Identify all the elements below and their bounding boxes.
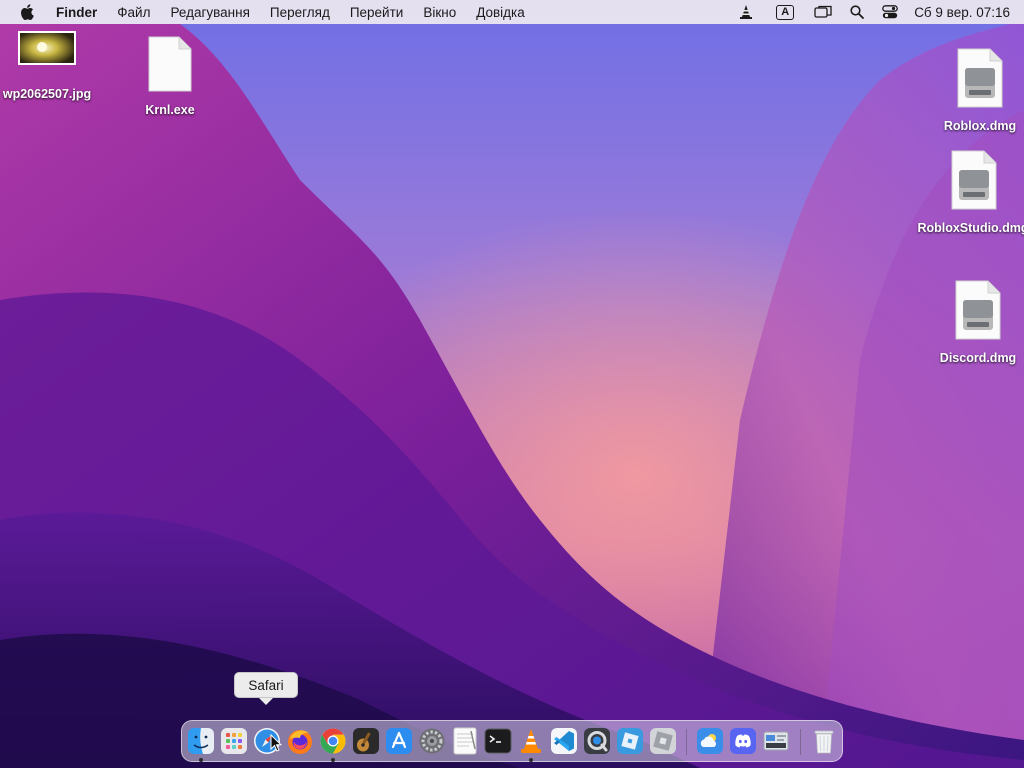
dock-item-terminal[interactable] [484, 727, 512, 755]
dock-item-trash[interactable] [810, 727, 838, 755]
roblox-studio-icon [650, 728, 676, 754]
finder-icon [188, 728, 214, 754]
dock-item-textedit[interactable] [451, 727, 479, 755]
firefox-icon [288, 730, 312, 754]
dock-item-vlc[interactable] [517, 727, 545, 755]
control-center-icon[interactable] [882, 0, 899, 24]
menu-view[interactable]: Перегляд [270, 5, 330, 20]
disk-image-icon [955, 280, 1001, 340]
dock-separator [686, 729, 687, 755]
trash-icon [814, 730, 834, 754]
apple-logo-icon[interactable] [16, 1, 38, 23]
desktop-file-label: RobloxStudio.dmg [917, 221, 1024, 235]
discord-icon [730, 728, 756, 754]
dock-item-chrome[interactable] [319, 727, 347, 755]
desktop-file-label: Krnl.exe [145, 103, 195, 117]
dock-item-discord[interactable] [729, 727, 757, 755]
dock-item-quicktime[interactable] [583, 727, 611, 755]
input-source-label: A [776, 4, 795, 20]
dock-item-weather[interactable] [696, 727, 724, 755]
dock-item-roblox[interactable] [616, 727, 644, 755]
desktop-file-robloxstudio-dmg[interactable]: RobloxStudio.dmg [917, 150, 1024, 236]
dock-item-app-store[interactable] [385, 727, 413, 755]
dock-item-launchpad[interactable] [220, 727, 248, 755]
keyboard-input-icon[interactable]: A [776, 0, 795, 24]
launchpad-icon [221, 728, 247, 754]
terminal-icon [484, 728, 512, 754]
vlc-cone-icon [521, 729, 541, 753]
dock-item-system-preferences[interactable] [418, 727, 446, 755]
disk-image-icon [957, 48, 1003, 108]
dock-separator [800, 729, 801, 755]
menu-edit[interactable]: Редагування [170, 5, 249, 20]
dock-item-finder[interactable] [187, 727, 215, 755]
gear-icon [419, 728, 445, 754]
vlc-cone-icon[interactable] [738, 0, 754, 24]
desktop-file-roblox-dmg[interactable]: Roblox.dmg [944, 48, 1016, 134]
vscode-icon [551, 728, 577, 754]
downloads-stack-icon [763, 731, 789, 751]
desktop-file-krnl[interactable]: Krnl.exe [145, 36, 195, 118]
menu-bar: Finder Файл Редагування Перегляд Перейти… [0, 0, 1024, 24]
menu-bar-clock[interactable]: Сб 9 вер. 07:16 [914, 5, 1010, 20]
dock-item-instruments[interactable] [352, 727, 380, 755]
search-icon[interactable] [850, 0, 865, 24]
dock-item-downloads[interactable] [762, 727, 790, 755]
app-store-icon [386, 728, 412, 754]
weather-icon [697, 728, 723, 754]
running-indicator [331, 758, 335, 762]
desktop-file-discord-dmg[interactable]: Discord.dmg [940, 280, 1016, 366]
guitar-icon [353, 728, 379, 754]
running-indicator [529, 758, 533, 762]
menu-go[interactable]: Перейти [350, 5, 404, 20]
desktop-file-label: Roblox.dmg [943, 119, 1017, 133]
blank-document-icon [148, 36, 192, 92]
menu-app-finder[interactable]: Finder [56, 5, 97, 20]
dock-tooltip: Safari [234, 672, 298, 705]
chrome-icon [320, 728, 346, 754]
text-document-icon [453, 727, 477, 755]
screen-mirroring-icon[interactable] [814, 0, 832, 24]
desktop-file-wp2062507[interactable]: wp2062507.jpg [3, 31, 91, 103]
desktop-file-label: Discord.dmg [939, 351, 1017, 365]
quicktime-icon [584, 728, 610, 754]
disk-image-icon [951, 150, 997, 210]
dock-item-vscode[interactable] [550, 727, 578, 755]
menu-file[interactable]: Файл [117, 5, 150, 20]
dock-item-roblox-studio[interactable] [649, 727, 677, 755]
menu-window[interactable]: Вікно [423, 5, 456, 20]
roblox-icon [617, 728, 643, 754]
image-thumbnail-icon [18, 31, 76, 65]
menu-help[interactable]: Довідка [476, 5, 525, 20]
desktop-file-label: wp2062507.jpg [2, 87, 92, 101]
dock-item-firefox[interactable] [286, 727, 314, 755]
mouse-cursor-icon [270, 734, 282, 752]
running-indicator [199, 758, 203, 762]
